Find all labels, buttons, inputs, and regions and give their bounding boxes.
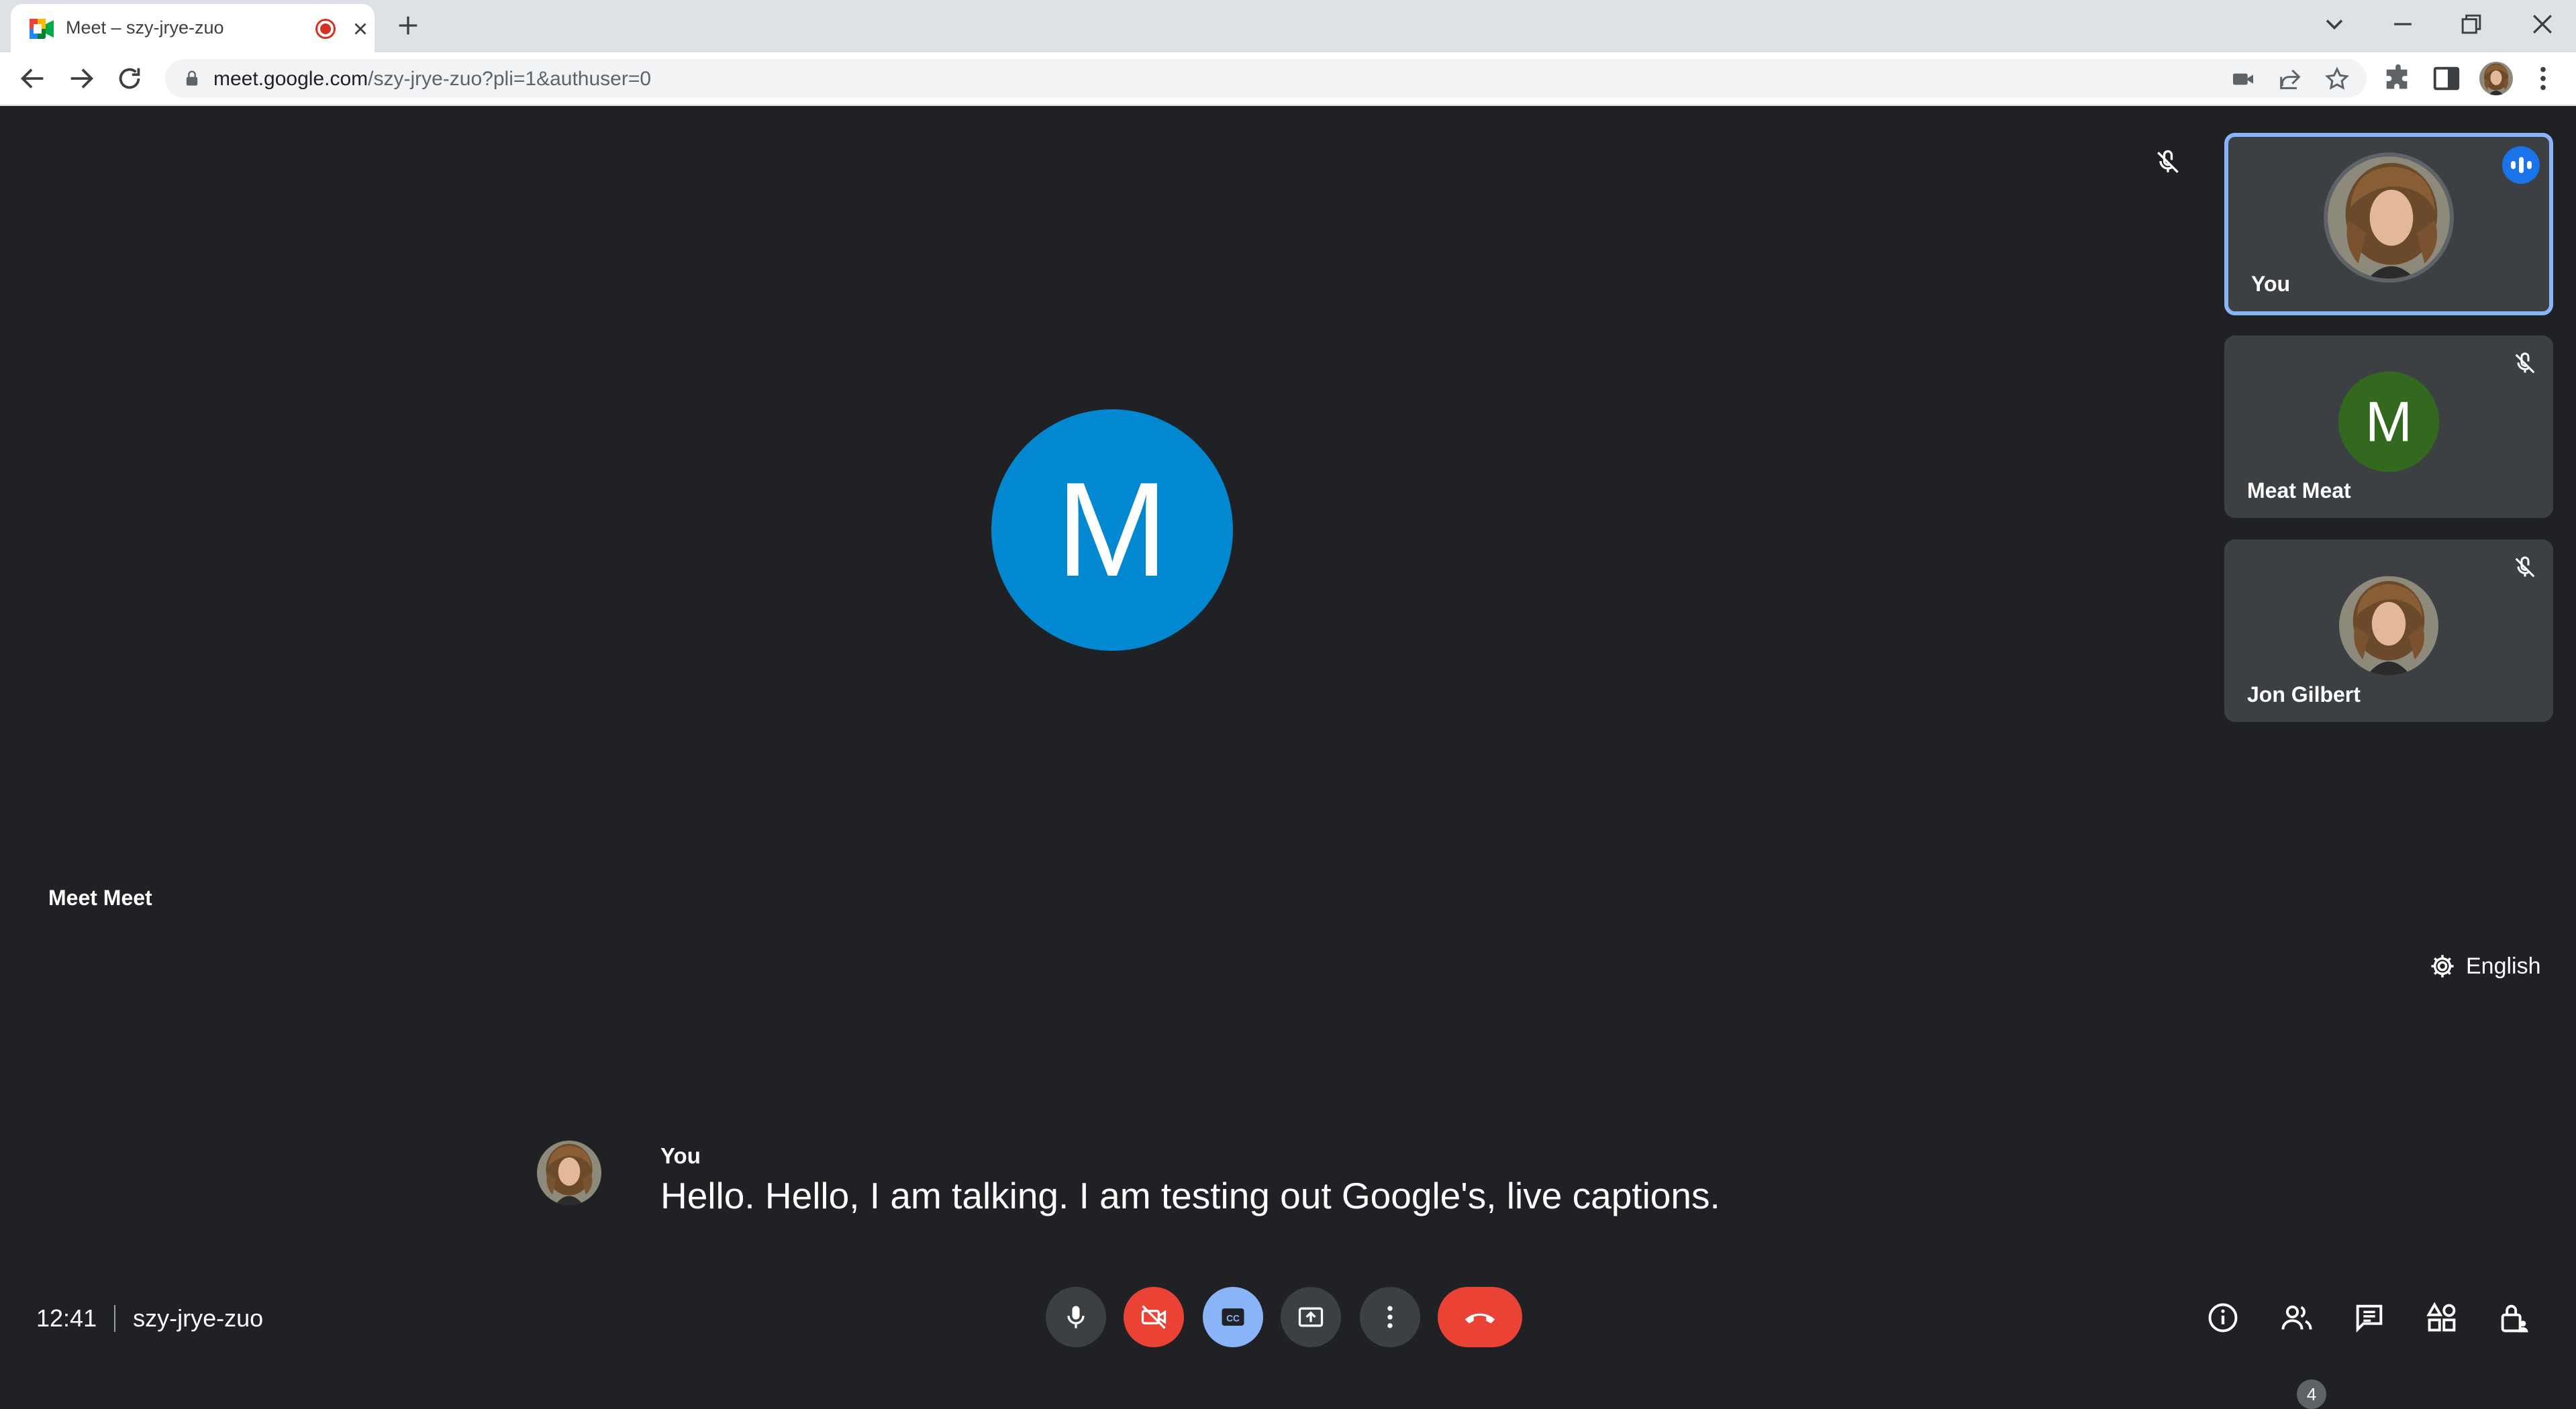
main-speaker-muted-icon <box>2153 148 2183 177</box>
camera-in-use-icon[interactable] <box>2230 66 2257 93</box>
participant-name: You <box>2251 272 2291 296</box>
back-icon[interactable] <box>17 63 48 94</box>
people-button[interactable] <box>2277 1298 2317 1338</box>
bookmark-star-icon[interactable] <box>2324 66 2350 93</box>
camera-off-icon <box>1141 1305 1167 1329</box>
speaking-indicator-icon <box>2502 146 2540 184</box>
people-icon <box>2281 1305 2312 1330</box>
meeting-stage: M Meet Meet English You M Meat Meat Jon … <box>0 107 2576 1409</box>
closed-captions-icon: CC <box>1222 1308 1244 1326</box>
microphone-icon <box>1067 1306 1085 1328</box>
restore-icon[interactable] <box>2457 9 2486 39</box>
close-tab-icon[interactable] <box>350 19 370 39</box>
participant-name: Jon Gilbert <box>2247 682 2361 707</box>
divider <box>114 1305 116 1332</box>
lock-person-icon <box>2501 1304 2528 1333</box>
close-window-icon[interactable] <box>2528 9 2557 39</box>
tab-search-icon[interactable] <box>2320 9 2349 39</box>
browser-toolbar: meet.google.com/szy-jrye-zuo?pli=1&authu… <box>0 52 2576 106</box>
url-text: meet.google.com/szy-jrye-zuo?pli=1&authu… <box>213 68 652 90</box>
participant-count-badge: 4 <box>2297 1379 2326 1409</box>
muted-icon <box>2512 554 2538 581</box>
microphone-button[interactable] <box>1046 1287 1106 1347</box>
tab-title: Meet – szy-jrye-zuo <box>66 17 224 38</box>
main-speaker-name: Meet Meet <box>48 886 152 910</box>
leave-call-button[interactable] <box>1438 1287 1522 1347</box>
main-speaker-avatar: M <box>991 409 1233 651</box>
participant-photo-icon <box>2339 576 2438 676</box>
browser-menu-icon[interactable] <box>2528 63 2559 94</box>
caption-speaker-photo-icon <box>537 1141 601 1205</box>
host-controls-button[interactable] <box>2494 1298 2534 1338</box>
address-bar[interactable]: meet.google.com/szy-jrye-zuo?pli=1&authu… <box>165 59 2367 98</box>
caption-language-label: English <box>2466 953 2541 979</box>
avatar <box>2339 576 2438 676</box>
meeting-code: szy-jrye-zuo <box>133 1304 264 1332</box>
share-icon[interactable] <box>2277 66 2303 93</box>
muted-icon <box>2512 350 2538 377</box>
info-icon <box>2208 1303 2238 1333</box>
chat-icon <box>2356 1304 2383 1333</box>
caption-speaker-name: You <box>660 1143 701 1168</box>
recording-indicator-icon <box>315 19 336 39</box>
camera-off-button[interactable] <box>1124 1287 1184 1347</box>
gear-icon <box>2431 955 2454 978</box>
present-screen-icon <box>1298 1307 1324 1327</box>
meeting-info: 12:41 szy-jrye-zuo <box>36 1304 263 1333</box>
more-options-button[interactable] <box>1360 1287 1420 1347</box>
extensions-icon[interactable] <box>2383 63 2414 94</box>
activities-icon <box>2426 1302 2456 1332</box>
present-screen-button[interactable] <box>1281 1287 1341 1347</box>
google-meet-icon <box>30 19 54 39</box>
caption-speaker-avatar <box>537 1141 601 1205</box>
forward-icon[interactable] <box>66 63 97 94</box>
participant-name: Meat Meat <box>2247 478 2351 503</box>
chat-button[interactable] <box>2349 1298 2389 1338</box>
caption-text: Hello. Hello, I am talking. I am testing… <box>660 1175 1720 1216</box>
minimize-icon[interactable] <box>2388 9 2418 39</box>
caption-language-button[interactable]: English <box>2428 947 2541 985</box>
participant-tile-meat-meat[interactable]: M Meat Meat <box>2224 335 2553 518</box>
svg-text:CC: CC <box>1226 1313 1240 1323</box>
participant-tile-jon-gilbert[interactable]: Jon Gilbert <box>2224 539 2553 722</box>
browser-tab-strip: Meet – szy-jrye-zuo <box>0 0 2576 52</box>
participant-tile-you[interactable]: You <box>2224 133 2553 315</box>
new-tab-icon[interactable] <box>395 12 422 39</box>
browser-tab-meet[interactable]: Meet – szy-jrye-zuo <box>11 4 375 52</box>
avatar <box>2324 152 2454 283</box>
captions-button[interactable]: CC <box>1203 1287 1263 1347</box>
hang-up-icon <box>1465 1313 1495 1324</box>
meeting-details-button[interactable] <box>2203 1298 2243 1338</box>
lock-icon[interactable] <box>183 68 201 89</box>
side-panel-icon[interactable] <box>2431 63 2462 94</box>
more-vertical-icon <box>1387 1306 1393 1328</box>
activities-button[interactable] <box>2422 1298 2462 1338</box>
avatar: M <box>2338 371 2439 472</box>
meeting-time: 12:41 <box>36 1304 97 1332</box>
participant-photo-icon <box>2328 156 2454 282</box>
profile-avatar[interactable] <box>2479 62 2513 95</box>
reload-icon[interactable] <box>114 63 145 94</box>
profile-photo-icon <box>2479 62 2513 95</box>
